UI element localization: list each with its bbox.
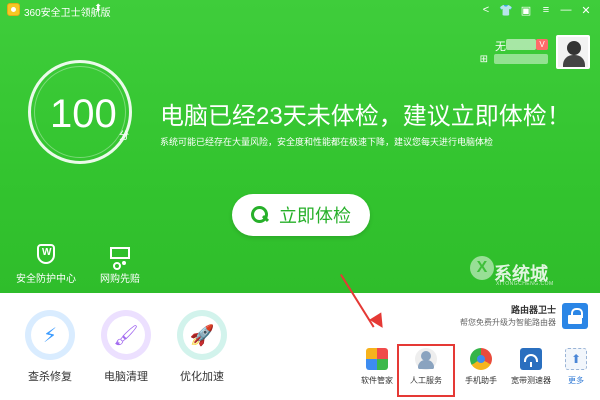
minimize-icon[interactable]: — <box>556 1 576 19</box>
check-now-label: 立即体检 <box>279 206 351 226</box>
subline: 系统可能已经存在大量风险，安全度和性能都在极速下降，建议您每天进行电脑体检 <box>160 137 494 147</box>
more-label: 更多 <box>568 376 584 385</box>
titlebar-controls: < 👕 ▣ ≡ — ✕ <box>476 1 596 19</box>
broadband-speed-test-button[interactable]: 宽带测速器 <box>508 348 554 386</box>
pc-cleanup-button[interactable]: 🖌 电脑清理 <box>96 310 156 384</box>
user-name[interactable]: 无 <box>495 38 506 54</box>
speed-test-icon <box>520 348 542 370</box>
avatar[interactable] <box>556 35 590 69</box>
rocket-icon: 🚀 <box>183 316 221 354</box>
security-center-label: 安全防护中心 <box>16 274 76 285</box>
title-bar: 360安全卫士领航版 ⬆ < 👕 ▣ ≡ — ✕ <box>0 0 600 20</box>
search-icon <box>251 206 269 224</box>
router-guard-promo[interactable]: 路由器卫士 帮您免费升级为智能路由器 <box>428 303 588 333</box>
virus-scan-label: 查杀修复 <box>28 371 72 383</box>
grid-icon[interactable]: ▣ <box>516 1 536 19</box>
gift-icon[interactable]: ⊞ <box>480 54 488 65</box>
user-area[interactable]: 无 V ⊞ <box>430 35 590 69</box>
more-button[interactable]: ⬆ 更多 <box>553 348 599 386</box>
watermark-sub: XITONGCHENG.COM <box>496 281 554 287</box>
software-manager-button[interactable]: 软件管家 <box>354 348 400 386</box>
headline: 电脑已经23天未体检，建议立即体检！ <box>160 103 571 130</box>
check-now-button[interactable]: 立即体检 <box>232 194 370 236</box>
bottom-panel: ⚡ 查杀修复 🖌 电脑清理 🚀 优化加速 路由器卫士 帮您免费升级为智能路由器 … <box>0 293 600 400</box>
virus-scan-ring: ⚡ <box>25 310 75 360</box>
pc-cleanup-ring: 🖌 <box>101 310 151 360</box>
shield-icon <box>34 244 58 266</box>
virus-scan-repair-button[interactable]: ⚡ 查杀修复 <box>20 310 80 384</box>
software-manager-icon <box>366 348 388 370</box>
software-manager-label: 软件管家 <box>361 376 393 385</box>
lightning-icon: ⚡ <box>31 316 69 354</box>
user-name-blurred <box>506 39 536 50</box>
score-unit: 分 <box>119 131 129 142</box>
router-title: 路由器卫士 <box>510 305 556 315</box>
menu-icon[interactable]: ≡ <box>536 1 556 19</box>
app-logo-icon <box>7 3 20 16</box>
share-icon[interactable]: < <box>476 1 496 19</box>
brush-icon: 🖌 <box>107 316 145 354</box>
pc-cleanup-label: 电脑清理 <box>104 371 148 383</box>
shopping-guarantee-link[interactable]: 网购先赔 <box>90 244 150 285</box>
upgrade-arrow-icon[interactable]: ⬆ <box>94 3 102 14</box>
optimize-ring: 🚀 <box>177 310 227 360</box>
shopping-guarantee-label: 网购先赔 <box>100 274 140 285</box>
mobile-assistant-icon <box>470 348 492 370</box>
optimize-speedup-button[interactable]: 🚀 优化加速 <box>172 310 232 384</box>
main-panel: 360安全卫士领航版 ⬆ < 👕 ▣ ≡ — ✕ 无 V ⊞ 100 分 电脑已… <box>0 0 600 293</box>
router-desc: 帮您免费升级为智能路由器 <box>460 318 556 327</box>
mobile-assistant-button[interactable]: 手机助手 <box>458 348 504 386</box>
score-value: 100 <box>50 92 117 136</box>
user-level-blurred <box>494 54 548 64</box>
speed-test-label: 宽带测速器 <box>511 376 551 385</box>
optimize-label: 优化加速 <box>180 371 224 383</box>
shirt-icon[interactable]: 👕 <box>496 1 516 19</box>
more-icon: ⬆ <box>565 348 587 370</box>
vip-badge[interactable]: V <box>536 39 548 50</box>
security-center-link[interactable]: 安全防护中心 <box>16 244 76 285</box>
router-lock-icon <box>562 303 588 329</box>
watermark-logo-icon: X <box>470 256 494 280</box>
close-icon[interactable]: ✕ <box>576 1 596 19</box>
cart-icon <box>108 244 132 270</box>
mobile-assistant-label: 手机助手 <box>465 376 497 385</box>
annotation-highlight-box <box>397 344 455 397</box>
